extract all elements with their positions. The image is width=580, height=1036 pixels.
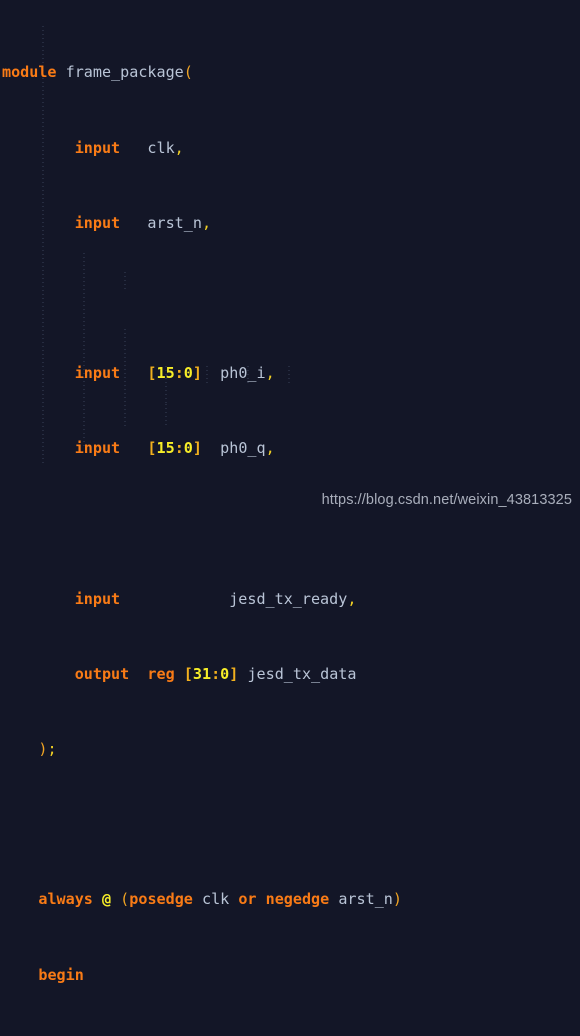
code-line[interactable]: always @ (posedge clk or negedge arst_n) <box>0 890 580 909</box>
code-line[interactable] <box>0 289 580 308</box>
code-line[interactable] <box>0 815 580 834</box>
code-line[interactable]: input [15:0] ph0_q, <box>0 439 580 458</box>
code-content[interactable]: module frame_package( input clk, input a… <box>0 0 580 1036</box>
code-line[interactable]: module frame_package( <box>0 63 580 82</box>
code-line[interactable]: input arst_n, <box>0 214 580 233</box>
code-line[interactable] <box>0 515 580 534</box>
code-editor[interactable]: module frame_package( input clk, input a… <box>0 0 580 984</box>
code-line[interactable]: output reg [31:0] jesd_tx_data <box>0 665 580 684</box>
code-line[interactable]: input clk, <box>0 139 580 158</box>
code-line[interactable]: begin <box>0 966 580 985</box>
code-line[interactable]: ); <box>0 740 580 759</box>
code-line[interactable]: input [15:0] ph0_i, <box>0 364 580 383</box>
watermark-url: https://blog.csdn.net/weixin_43813325 <box>321 492 572 508</box>
code-line[interactable]: input jesd_tx_ready, <box>0 590 580 609</box>
